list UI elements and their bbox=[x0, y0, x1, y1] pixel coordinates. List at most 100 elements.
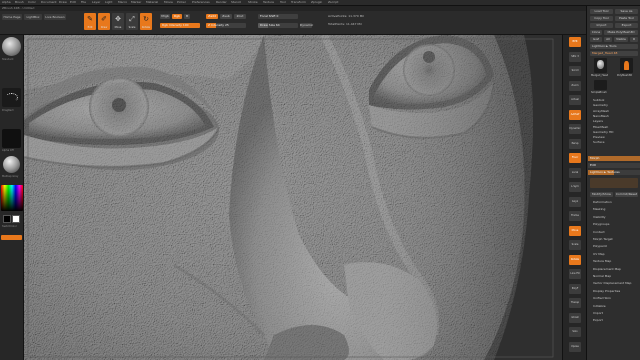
shelf-button-scale[interactable]: Scale bbox=[569, 240, 581, 250]
menu-item-render[interactable]: Render bbox=[216, 1, 227, 4]
shelf-button-bpr[interactable]: BPR bbox=[569, 37, 581, 47]
menu-item-alpha[interactable]: Alpha bbox=[2, 1, 11, 4]
lightbox-button[interactable]: LightBox bbox=[24, 14, 42, 20]
shelf-button-xpose[interactable]: Xpose bbox=[569, 341, 581, 352]
shelf-button-spix-3[interactable]: SPix 3 bbox=[569, 51, 581, 62]
morph-slider[interactable]: Morph bbox=[588, 156, 640, 161]
tray-menu-masking[interactable]: Masking bbox=[593, 208, 605, 211]
rgb-button[interactable]: Rgb bbox=[172, 14, 182, 19]
tray-menu-vector-displacement-map[interactable]: Vector Displacement Map bbox=[593, 282, 631, 285]
tray-menu-layers[interactable]: Layers bbox=[593, 120, 603, 123]
m-button[interactable]: M bbox=[184, 14, 190, 19]
move-button[interactable]: ✥ Move bbox=[112, 13, 124, 30]
shelf-button-rotate[interactable]: Rotate bbox=[569, 254, 581, 265]
draw-button[interactable]: ✐ Draw bbox=[98, 13, 110, 30]
scale-button[interactable]: ⤢ Scale bbox=[126, 13, 138, 30]
tray-menu-preview[interactable]: Preview bbox=[593, 136, 605, 139]
draw-size-slider[interactable]: Draw Size 64 bbox=[258, 23, 298, 28]
shelf-button-move[interactable]: Move bbox=[569, 225, 581, 236]
shelf-button-polyf[interactable]: PolyF bbox=[569, 283, 581, 294]
menu-item-stencil[interactable]: Stencil bbox=[231, 1, 241, 4]
shelf-button-zoom[interactable]: Zoom bbox=[569, 80, 581, 91]
menu-item-preferences[interactable]: Preferences bbox=[192, 1, 210, 4]
tool-thumb-head[interactable] bbox=[594, 58, 607, 73]
edit-button[interactable]: ✎ Edit bbox=[84, 13, 96, 30]
rotate-button[interactable]: ↻ Rotate bbox=[140, 13, 152, 30]
shelf-button-ghost[interactable]: Ghost bbox=[569, 312, 581, 323]
menu-item-zscript[interactable]: Zscript bbox=[328, 1, 338, 4]
tray-menu-nanomesh[interactable]: NanoMesh bbox=[593, 114, 609, 118]
modify-show-button[interactable]: Modify/Show bbox=[590, 192, 613, 197]
shelf-button-dynamic[interactable]: Dynamic bbox=[569, 124, 581, 134]
menu-item-tool[interactable]: Tool bbox=[280, 1, 286, 4]
save-as-button[interactable]: Save As bbox=[615, 9, 638, 14]
tray-menu-surface[interactable]: Surface bbox=[593, 141, 604, 144]
shelf-button-l-sym[interactable]: L.Sym bbox=[569, 182, 581, 192]
focal-shift-slider[interactable]: Focal Shift 0 bbox=[258, 14, 298, 19]
tray-menu-uv-map[interactable]: UV Map bbox=[593, 252, 605, 256]
material-thumbnail[interactable] bbox=[3, 156, 20, 173]
zadd-button[interactable]: Zadd bbox=[206, 14, 218, 19]
lightbox-textures-slider[interactable]: Lightbox ► Textures bbox=[588, 170, 640, 175]
tray-menu-morph-target[interactable]: Morph Target bbox=[593, 238, 613, 241]
tray-menu-unified-skin[interactable]: Unified Skin bbox=[593, 297, 611, 300]
live-boolean-button[interactable]: Live Boolean bbox=[44, 14, 66, 20]
dynamic-button[interactable]: Dynamic bbox=[300, 23, 313, 28]
tool-thumb-simplebrush[interactable] bbox=[594, 80, 607, 90]
menu-item-stroke[interactable]: Stroke bbox=[248, 1, 258, 4]
mrgb-button[interactable]: Mrgb bbox=[160, 14, 170, 19]
secondary-color-swatch[interactable] bbox=[12, 215, 20, 223]
lightbox-tools-button[interactable]: Lightbox ► Tools bbox=[590, 44, 638, 49]
zsub-button[interactable]: Zsub bbox=[220, 14, 232, 19]
tray-menu-visibility[interactable]: Visibility bbox=[593, 215, 606, 219]
paste-tool-button[interactable]: Paste Tool bbox=[615, 16, 638, 21]
tray-menu-export[interactable]: Export bbox=[593, 319, 603, 322]
shelf-button-aahalf[interactable]: AAHalf bbox=[569, 109, 581, 120]
clone-button[interactable]: Clone bbox=[590, 30, 602, 35]
goz-visible-button[interactable]: Visible bbox=[614, 37, 628, 42]
shelf-button-local[interactable]: Local bbox=[569, 167, 581, 178]
menu-item-document[interactable]: Document bbox=[41, 1, 57, 4]
menu-item-draw[interactable]: Draw bbox=[59, 1, 67, 4]
tray-menu-geometry[interactable]: Geometry bbox=[593, 104, 608, 107]
zcut-button[interactable]: Zcut bbox=[234, 14, 246, 19]
tool-thumb-polymesh[interactable] bbox=[620, 58, 633, 73]
menu-item-layer[interactable]: Layer bbox=[92, 1, 100, 4]
tray-menu-initialize[interactable]: Initialize bbox=[593, 304, 606, 308]
menu-item-edit[interactable]: Edit bbox=[70, 1, 76, 4]
alpha-thumbnail[interactable] bbox=[2, 129, 21, 148]
tray-menu-fibermesh[interactable]: FiberMesh bbox=[593, 125, 608, 129]
brush-thumbnail[interactable] bbox=[2, 37, 21, 56]
tray-menu-geometry-hd[interactable]: Geometry HD bbox=[593, 130, 613, 134]
tray-menu-display-properties[interactable]: Display Properties bbox=[593, 289, 620, 293]
copy-tool-button[interactable]: Copy Tool bbox=[590, 16, 613, 21]
switch-color-label[interactable]: SwitchColor bbox=[2, 225, 17, 229]
alternate-button[interactable] bbox=[1, 235, 22, 240]
tray-menu-normal-map[interactable]: Normal Map bbox=[593, 275, 611, 278]
canvas-viewport[interactable] bbox=[24, 35, 562, 360]
tray-menu-subtool[interactable]: Subtool bbox=[593, 99, 604, 102]
load-tool-button[interactable]: Load Tool bbox=[590, 9, 613, 14]
edit-slider[interactable]: Edit bbox=[588, 163, 640, 168]
goz-all-button[interactable]: All bbox=[604, 37, 612, 42]
shelf-button-transp[interactable]: Transp bbox=[569, 298, 581, 308]
export-button[interactable]: Export bbox=[615, 23, 638, 28]
import-button[interactable]: Import bbox=[590, 23, 613, 28]
menu-item-file[interactable]: File bbox=[81, 1, 86, 4]
menu-item-brush[interactable]: Brush bbox=[15, 1, 24, 4]
menu-item-marker[interactable]: Marker bbox=[131, 1, 141, 4]
tray-menu-arraymesh[interactable]: ArrayMesh bbox=[593, 109, 609, 113]
home-page-button[interactable]: Home Page bbox=[2, 14, 22, 20]
shelf-button-gxyz[interactable]: Gxyz bbox=[569, 196, 581, 207]
shelf-button-solo[interactable]: Solo bbox=[569, 327, 581, 337]
shelf-button-persp[interactable]: Persp bbox=[569, 138, 581, 149]
shelf-button-floor[interactable]: Floor bbox=[569, 153, 581, 163]
color-picker[interactable] bbox=[1, 185, 23, 211]
shelf-button-frame[interactable]: Frame bbox=[569, 211, 581, 221]
tray-menu-displacement-map[interactable]: Displacement Map bbox=[593, 267, 621, 271]
goz-button[interactable]: GoZ bbox=[590, 37, 602, 42]
tray-menu-texture-map[interactable]: Texture Map bbox=[593, 260, 611, 263]
menu-item-movie[interactable]: Movie bbox=[164, 1, 173, 4]
make-polymesh-button[interactable]: Make PolyMesh3D bbox=[604, 30, 638, 35]
tray-menu-deformation[interactable]: Deformation bbox=[593, 201, 612, 204]
